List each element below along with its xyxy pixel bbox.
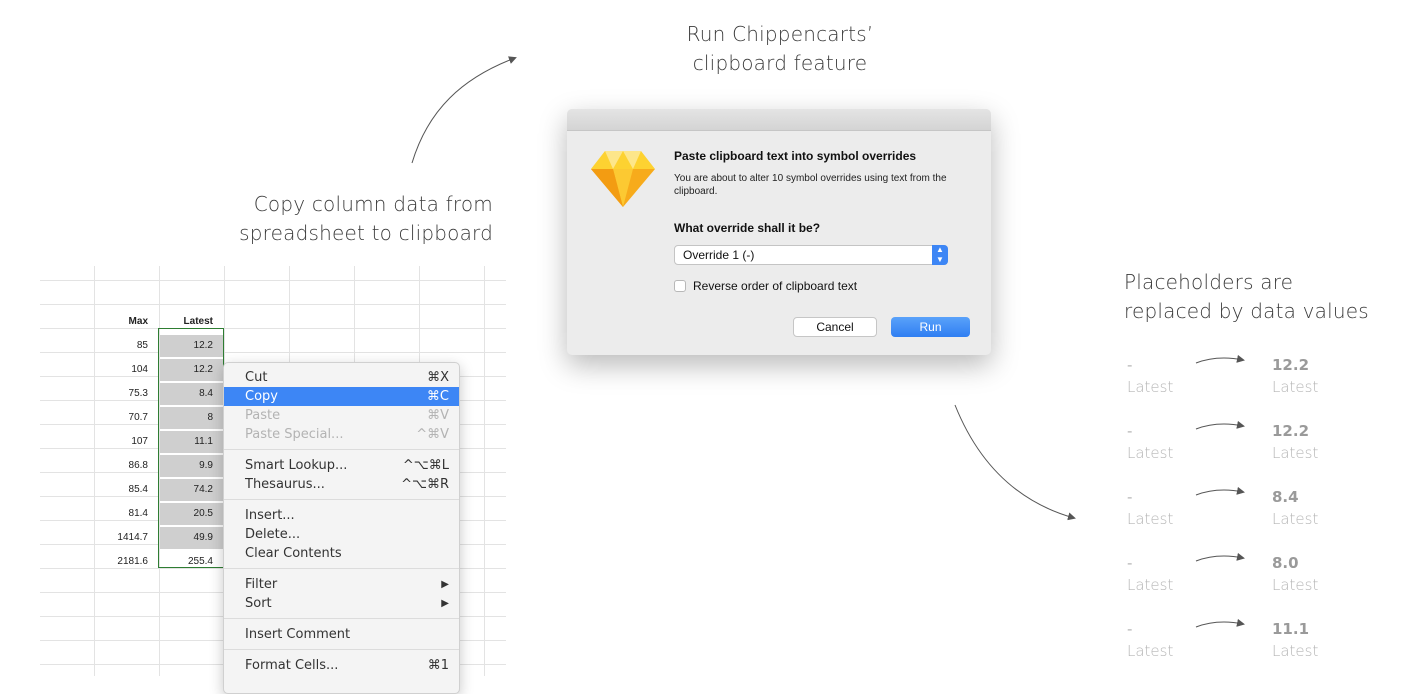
- arrow-to-placeholders-icon: [954, 404, 1076, 521]
- arrow-to-dialog-icon: [411, 56, 517, 164]
- annotation-arrows: [411, 56, 1245, 628]
- replace-arrow-icon: [1195, 486, 1245, 496]
- replace-arrow-icon: [1195, 618, 1245, 628]
- replace-arrow-icon: [1195, 552, 1245, 562]
- replace-arrow-icon: [1195, 420, 1245, 430]
- replace-arrow-icon: [1195, 354, 1245, 364]
